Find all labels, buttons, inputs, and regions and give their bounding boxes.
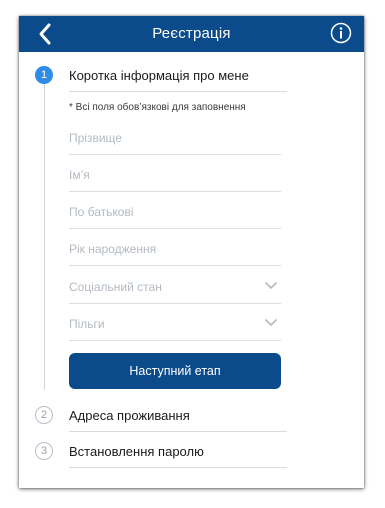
chevron-down-icon (265, 282, 277, 289)
field-placeholder: Рік народження (69, 242, 157, 256)
field-placeholder: Прізвище (69, 131, 122, 145)
step-number-2: 2 (35, 406, 53, 424)
benefits-select[interactable]: Пільги (69, 304, 281, 341)
step-divider (69, 467, 287, 468)
info-button[interactable] (330, 22, 352, 44)
step-timeline-line (44, 82, 45, 390)
field-placeholder: По батькові (69, 205, 134, 219)
required-note: * Всі поля обов’язкові для заповнення (69, 102, 246, 113)
step-number-3: 3 (35, 442, 53, 460)
chevron-down-icon (265, 319, 277, 326)
patronymic-field[interactable]: По батькові (69, 192, 281, 229)
field-placeholder: Пільги (69, 317, 105, 331)
social-status-select[interactable]: Соціальний стан (69, 267, 281, 304)
page-title: Реєстрація (152, 25, 231, 42)
step-number-1: 1 (35, 66, 53, 84)
step-divider (69, 91, 287, 92)
first-name-field[interactable]: Ім’я (69, 155, 281, 192)
step-title-2[interactable]: Адреса проживання (69, 408, 190, 423)
step-title-1[interactable]: Коротка інформація про мене (69, 68, 249, 83)
field-placeholder: Ім’я (69, 168, 90, 182)
birth-year-field[interactable]: Рік народження (69, 229, 281, 266)
step-divider (69, 431, 287, 432)
info-icon (330, 22, 352, 44)
field-placeholder: Соціальний стан (69, 280, 162, 294)
surname-field[interactable]: Прізвище (69, 118, 281, 155)
registration-screen: Реєстрація 1 Коротка інформація про мене… (19, 16, 364, 488)
step-title-3[interactable]: Встановлення паролю (69, 444, 204, 459)
next-step-button[interactable]: Наступний етап (69, 353, 281, 389)
header-bar: Реєстрація (19, 16, 364, 52)
